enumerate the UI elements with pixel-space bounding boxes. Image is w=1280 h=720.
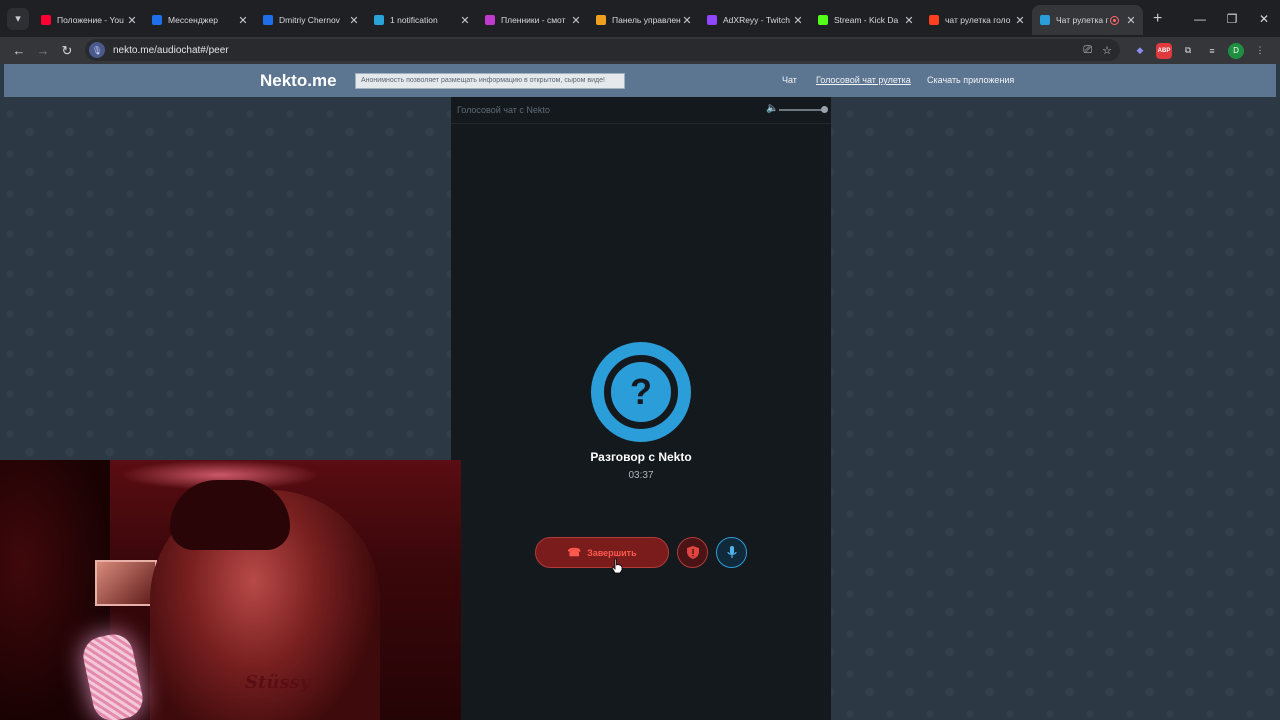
panel-title: Голосовой чат с Nekto xyxy=(457,105,550,115)
tab-title: Чат рулетка г xyxy=(1056,15,1109,25)
panel-header: Голосовой чат с Nekto 🔈 xyxy=(451,97,831,124)
window-controls: — ❐ ✕ xyxy=(1184,0,1280,37)
page-content: Nekto.me Анонимность позволяет размещать… xyxy=(0,64,1280,720)
site-info-icon[interactable]: 🎙 xyxy=(89,42,105,58)
extensions-area: ◆ ABP ⧉ ≡ D ⋮ xyxy=(1132,37,1268,64)
microphone-icon xyxy=(726,546,737,558)
close-tab-icon[interactable]: ✕ xyxy=(792,14,804,27)
restore-icon[interactable]: ❐ xyxy=(1216,0,1248,37)
cast-icon[interactable]: ⎚ xyxy=(1083,44,1092,57)
nav-chat[interactable]: Чат xyxy=(782,75,797,85)
tab-title: AdXReyy - Twitch xyxy=(723,15,790,25)
recording-icon xyxy=(1110,15,1119,25)
microphone-button[interactable] xyxy=(716,537,747,568)
address-bar[interactable]: 🎙 nekto.me/audiochat#/peer ⎚ ☆ xyxy=(85,39,1120,61)
nav-download-apps[interactable]: Скачать приложения xyxy=(927,75,1014,85)
messenger-icon xyxy=(152,15,162,25)
tab-title: Панель управлен xyxy=(612,15,681,25)
browser-tab[interactable]: Мессенджер ✕ xyxy=(144,5,255,35)
close-tab-icon[interactable]: ✕ xyxy=(681,14,693,27)
new-tab-icon[interactable]: + xyxy=(1153,10,1162,28)
nav-voice-chat[interactable]: Голосовой чат рулетка xyxy=(816,75,911,85)
shirt-logo-text: Stüssy xyxy=(245,672,311,693)
browser-tab[interactable]: Dmitriy Chernov ✕ xyxy=(255,5,366,35)
browser-tab[interactable]: 1 notification ✕ xyxy=(366,5,477,35)
browser-tab[interactable]: чат рулетка голо ✕ xyxy=(921,5,1032,35)
tab-title: Мессенджер xyxy=(168,15,218,25)
minimize-icon[interactable]: — xyxy=(1184,0,1216,37)
browser-tab[interactable]: Пленники - смот ✕ xyxy=(477,5,588,35)
forward-icon[interactable]: → xyxy=(31,39,55,63)
webcam-hair xyxy=(170,480,290,550)
close-tab-icon[interactable]: ✕ xyxy=(237,14,249,27)
tab-title: 1 notification xyxy=(390,15,438,25)
browser-tab-strip: ▾ Положение - You ✕ Мессенджер ✕ Dmitriy Che… xyxy=(0,0,1280,37)
tab-search-icon[interactable]: ▾ xyxy=(7,7,29,30)
reload-icon[interactable]: ↻ xyxy=(55,39,79,63)
tab-list: Положение - You ✕ Мессенджер ✕ Dmitriy Chern… xyxy=(33,0,1143,37)
webcam-poster xyxy=(95,560,157,606)
tab-title: чат рулетка голо xyxy=(945,15,1011,25)
kick-icon xyxy=(818,15,828,25)
hang-up-icon: ☎ xyxy=(567,547,582,559)
browser-tab[interactable]: Панель управлен ✕ xyxy=(588,5,699,35)
volume-slider-handle[interactable] xyxy=(821,106,828,113)
close-tab-icon[interactable]: ✕ xyxy=(1125,14,1137,27)
twitch-icon xyxy=(707,15,717,25)
end-call-label: Завершить xyxy=(587,547,637,558)
close-tab-icon[interactable]: ✕ xyxy=(903,14,915,27)
hand-cursor-icon xyxy=(611,558,623,574)
site-logo[interactable]: Nekto.me xyxy=(260,71,337,91)
donation-icon xyxy=(596,15,606,25)
browser-toolbar: ← → ↻ 🎙 nekto.me/audiochat#/peer ⎚ ☆ ◆ A… xyxy=(0,37,1280,64)
browser-tab[interactable]: Чат рулетка г ✕ xyxy=(1032,5,1143,35)
streamer-webcam: Stüssy xyxy=(0,460,461,720)
shield-icon xyxy=(686,546,699,559)
more-menu-icon[interactable]: ⋮ xyxy=(1252,43,1268,59)
messenger-icon xyxy=(263,15,273,25)
browser-tab[interactable]: Положение - You ✕ xyxy=(33,5,144,35)
peer-avatar: ? xyxy=(591,342,691,442)
question-mark-icon: ? xyxy=(604,355,678,429)
extension-icon[interactable]: ◆ xyxy=(1132,43,1148,59)
youtube-icon xyxy=(41,15,51,25)
volume-slider[interactable] xyxy=(779,109,825,111)
adblock-icon[interactable]: ABP xyxy=(1156,42,1172,59)
video-icon xyxy=(485,15,495,25)
tab-title: Пленники - смот xyxy=(501,15,566,25)
end-call-button[interactable]: ☎ Завершить xyxy=(535,537,669,568)
close-tab-icon[interactable]: ✕ xyxy=(348,14,360,27)
tab-title: Stream - Kick Da xyxy=(834,15,899,25)
yandex-icon xyxy=(929,15,939,25)
close-tab-icon[interactable]: ✕ xyxy=(459,14,471,27)
voice-chat-panel: Голосовой чат с Nekto 🔈 ? Разговор с Nek… xyxy=(451,97,831,720)
profile-avatar[interactable]: D xyxy=(1228,42,1244,59)
tab-title: Положение - You xyxy=(57,15,124,25)
close-tab-icon[interactable]: ✕ xyxy=(126,14,138,27)
site-header: Nekto.me Анонимность позволяет размещать… xyxy=(4,64,1276,97)
call-timer: 03:37 xyxy=(628,470,654,481)
volume-icon[interactable]: 🔈 xyxy=(766,103,778,114)
bookmark-star-icon[interactable]: ☆ xyxy=(1102,44,1112,57)
conversation-title: Разговор с Nekto xyxy=(590,450,692,464)
puzzle-icon[interactable]: ⧉ xyxy=(1180,43,1196,59)
report-shield-button[interactable] xyxy=(677,537,708,568)
telegram-icon xyxy=(374,15,384,25)
browser-tab[interactable]: Stream - Kick Da ✕ xyxy=(810,5,921,35)
nekto-icon xyxy=(1040,15,1050,25)
back-icon[interactable]: ← xyxy=(7,39,31,63)
tab-title: Dmitriy Chernov xyxy=(279,15,340,25)
url-text: nekto.me/audiochat#/peer xyxy=(113,44,229,56)
browser-tab[interactable]: AdXReyy - Twitch ✕ xyxy=(699,5,810,35)
close-window-icon[interactable]: ✕ xyxy=(1248,0,1280,37)
anonymity-notice: Анонимность позволяет размещать информац… xyxy=(355,73,625,89)
close-tab-icon[interactable]: ✕ xyxy=(570,14,582,27)
close-tab-icon[interactable]: ✕ xyxy=(1014,14,1026,27)
media-control-icon[interactable]: ≡ xyxy=(1204,43,1220,59)
